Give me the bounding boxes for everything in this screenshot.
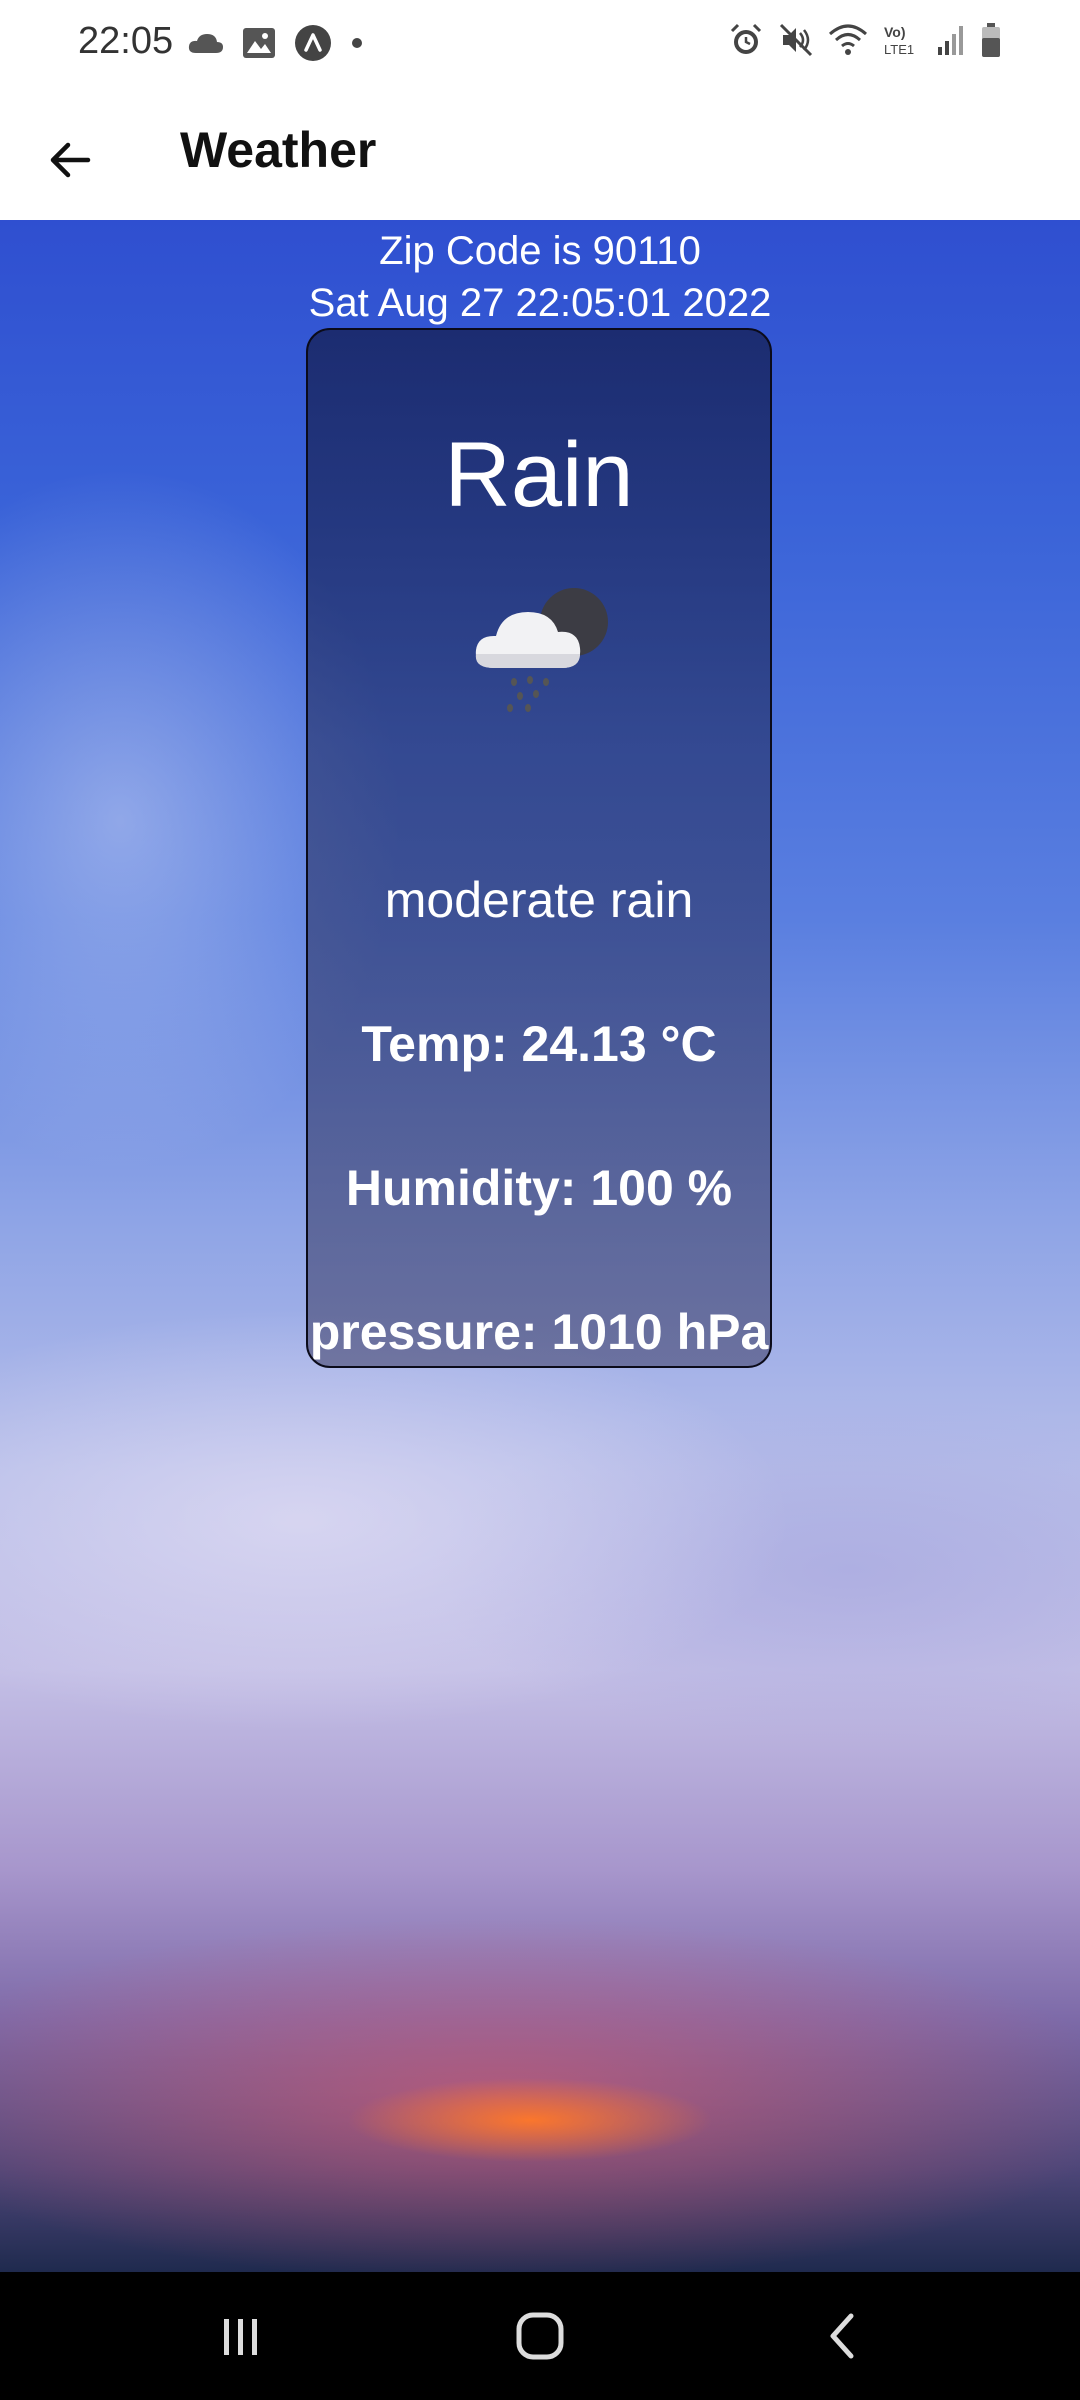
cloud-rain-moon-icon	[466, 580, 616, 720]
status-bar: 22:05 Vo) LTE1	[0, 0, 1080, 90]
alarm-icon	[728, 22, 764, 58]
back-icon	[830, 2313, 854, 2359]
date-time-text: Sat Aug 27 22:05:01 2022	[308, 281, 772, 325]
screen: 22:05 Vo) LTE1 Weather Zip Code is 90110…	[0, 0, 1080, 2400]
back-button[interactable]	[30, 120, 110, 200]
status-right-icons: Vo) LTE1	[728, 22, 1002, 58]
volte-icon: Vo) LTE1	[882, 22, 922, 58]
svg-text:LTE1: LTE1	[884, 42, 914, 57]
weather-main: Rain	[444, 424, 634, 526]
recent-apps-icon	[224, 2319, 257, 2355]
status-left-icons	[188, 24, 364, 62]
cloud-icon	[188, 31, 224, 55]
temperature-text: Temp: 24.13 °C	[361, 1016, 717, 1072]
signal-icon	[936, 23, 966, 57]
wifi-icon	[828, 22, 868, 58]
app-bar: Weather	[0, 90, 1080, 220]
battery-icon	[980, 22, 1002, 58]
zip-code-text: Zip Code is 90110	[379, 229, 701, 273]
app-icon	[294, 24, 332, 62]
recent-apps-button[interactable]	[190, 2296, 290, 2376]
weather-content: Zip Code is 90110 Sat Aug 27 22:05:01 20…	[0, 220, 1080, 2272]
home-button[interactable]	[490, 2296, 590, 2376]
humidity-text: Humidity: 100 %	[345, 1160, 733, 1216]
weather-description: moderate rain	[384, 872, 694, 928]
status-time: 22:05	[78, 20, 174, 62]
home-icon	[516, 2312, 564, 2360]
svg-text:Vo): Vo)	[884, 24, 906, 40]
page-title: Weather	[180, 122, 377, 178]
mute-icon	[778, 22, 814, 58]
system-back-button[interactable]	[794, 2296, 894, 2376]
image-icon	[242, 27, 276, 59]
navigation-bar	[0, 2272, 1080, 2400]
arrow-left-icon	[50, 142, 91, 178]
dot-icon	[350, 36, 364, 50]
weather-card: Rain moderate rain Temp: 24.13 °C Humidi…	[306, 328, 772, 1368]
pressure-text: pressure: 1010 hPa	[309, 1304, 769, 1360]
